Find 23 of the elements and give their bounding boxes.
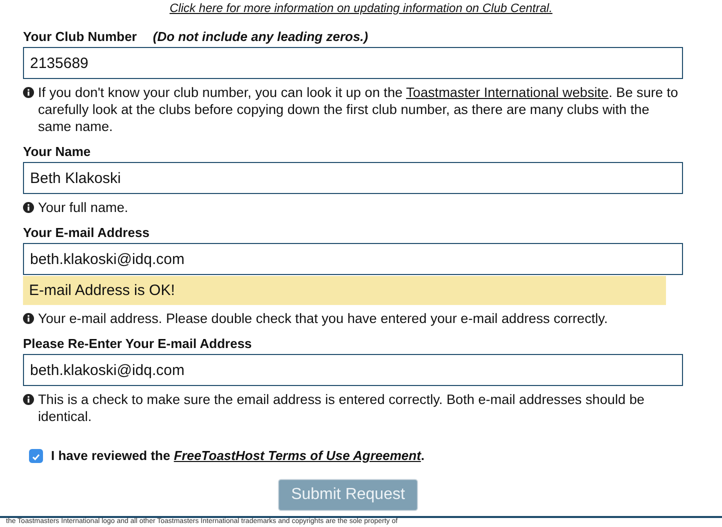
- field-label: Your E-mail Address: [23, 225, 150, 240]
- website-link[interactable]: Toastmaster International website: [406, 85, 609, 100]
- agreement-label: I have reviewed the FreeToastHost Terms of Use Agreement.: [51, 448, 425, 463]
- help-text: This is a check to make sure the email address is entered correctly. Both e-mail addresses should be identical.: [38, 391, 646, 425]
- field-note: (Do not include any leading zeros.): [152, 29, 368, 44]
- info-icon: [23, 87, 34, 98]
- field-label: Your Club Number: [23, 29, 137, 44]
- info-icon: [23, 394, 34, 405]
- input-field[interactable]: beth.klakoski@idq.com: [23, 243, 683, 275]
- help-text: Your full name.: [38, 199, 128, 216]
- help-text: Your e-mail address. Please double check that you have entered your e-mail address correctly.: [38, 310, 608, 327]
- field-label: Please Re-Enter Your E-mail Address: [23, 336, 252, 351]
- status-message: E-mail Address is OK!: [23, 276, 666, 305]
- input-field[interactable]: Beth Klakoski: [23, 162, 683, 194]
- field-label: Your Name: [23, 144, 91, 159]
- info-icon: [23, 313, 34, 324]
- info-icon: [23, 202, 34, 213]
- info-link[interactable]: Click here for more information on updating information on Club Central.: [170, 1, 552, 15]
- checkbox[interactable]: [29, 448, 43, 462]
- input-field[interactable]: beth.klakoski@idq.com: [23, 354, 683, 386]
- help-text: If you don't know your club number, you can look it up on the Toastmaster International website. Be sure to carefully look at the clubs before copying down the first club number, as there are many clubs with the same name.: [38, 84, 680, 135]
- terms-link[interactable]: FreeToastHost Terms of Use Agreement: [174, 448, 421, 463]
- input-field[interactable]: 2135689: [23, 47, 683, 79]
